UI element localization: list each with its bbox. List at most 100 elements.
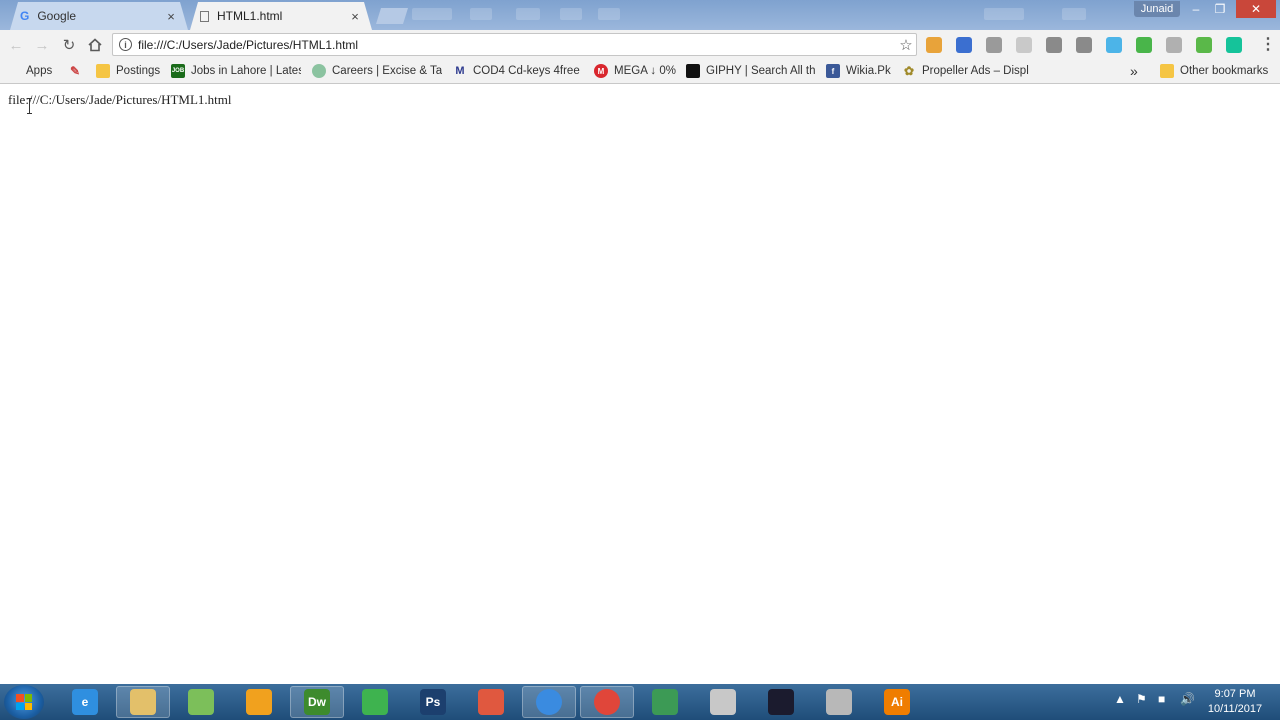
other-bookmarks-folder[interactable]: Other bookmarks [1160,62,1268,80]
clock-time: 9:07 PM [1214,688,1256,700]
windows-logo-icon [16,694,32,710]
title-bar: G Google × HTML1.html × Junaid – ❐ ✕ [0,0,1280,30]
bookmark-jobs[interactable]: JOB Jobs in Lahore | Lates [171,62,301,80]
red-app-taskbar-icon[interactable] [464,686,518,718]
bookmarks-overflow-button[interactable]: » [1130,62,1138,80]
bookmark-careers[interactable]: Careers | Excise & Ta [312,62,442,80]
action-center-icon[interactable]: ⚑ [1136,692,1147,706]
bookmark-misc[interactable]: ✎ [68,62,88,80]
grammarly-extension-icon[interactable] [1226,37,1242,53]
bookmarks-bar: Apps ✎ Postings JOB Jobs in Lahore | Lat… [0,59,1280,84]
check-extension-icon[interactable] [1076,37,1092,53]
chrome-user-taskbar-icon-glyph [536,689,562,715]
show-hidden-icons-button[interactable]: ▲ [1114,692,1126,706]
a-extension-icon[interactable] [956,37,972,53]
photoshop-taskbar-icon-glyph: Ps [420,689,446,715]
audacity-taskbar-icon[interactable] [232,686,286,718]
tab-close-icon[interactable]: × [348,9,362,24]
green-extension-icon[interactable] [1196,37,1212,53]
globe-taskbar-icon[interactable] [638,686,692,718]
chrome-taskbar-icon-glyph [594,689,620,715]
gray-extension-icon[interactable] [986,37,1002,53]
address-bar[interactable]: i file:///C:/Users/Jade/Pictures/HTML1.h… [112,33,917,56]
chrome-user-taskbar-icon[interactable] [522,686,576,718]
background-window-blur [412,8,452,20]
colorful-extension-icon[interactable] [1106,37,1122,53]
explorer-taskbar-icon[interactable] [116,686,170,718]
propeller-icon: ✿ [903,64,915,78]
reload-button[interactable]: ↻ [59,35,79,55]
bookmark-propeller[interactable]: ✿ Propeller Ads – Displ [902,62,1032,80]
mega-icon: M [594,64,608,78]
settings-taskbar-icon[interactable] [812,686,866,718]
page-body-text: file:///C:/Users/Jade/Pictures/HTML1.htm… [8,92,232,107]
visual-studio-taskbar-icon[interactable] [754,686,808,718]
android-studio-taskbar-icon-glyph [188,689,214,715]
usb-icon[interactable]: ■ [1158,692,1165,706]
system-clock[interactable]: 9:07 PM 10/11/2017 [1198,687,1272,717]
tab-close-icon[interactable]: × [164,9,178,24]
maximize-button[interactable]: ❐ [1208,0,1232,18]
giphy-icon [686,64,700,78]
settings-taskbar-icon-glyph [826,689,852,715]
tab-title: Google [37,9,77,23]
visual-studio-taskbar-icon-glyph [768,689,794,715]
page-icon [200,11,209,22]
photoshop-taskbar-icon[interactable]: Ps [406,686,460,718]
tab-google[interactable]: G Google × [10,2,188,30]
close-window-button[interactable]: ✕ [1236,0,1276,18]
taskbar: e Dw Ps Ai ▲ ⚑ ■ 🔊 9:07 PM 10/11/2017 [0,684,1280,720]
illustrator-taskbar-icon[interactable]: Ai [870,686,924,718]
info-icon[interactable]: i [119,38,132,51]
ie-taskbar-icon-glyph: e [72,689,98,715]
folder-icon [96,64,110,78]
honey-extension-icon[interactable] [926,37,942,53]
chrome-menu-icon[interactable]: ⋮ [1260,37,1276,53]
tab-title: HTML1.html [217,9,283,23]
back-button[interactable]: ← [6,35,26,55]
bookmark-cod4[interactable]: M COD4 Cd-keys 4free [453,62,579,80]
bookmark-apps[interactable]: Apps [9,62,52,80]
pen-extension-icon[interactable] [1016,37,1032,53]
ie-taskbar-icon[interactable]: e [58,686,112,718]
background-window-blur [470,8,492,20]
new-tab-button[interactable] [376,8,408,24]
bookmark-giphy[interactable]: GIPHY | Search All th [686,62,818,80]
power-extension-icon[interactable] [1136,37,1152,53]
red-app-taskbar-icon-glyph [478,689,504,715]
background-window-blur [598,8,620,20]
shield-extension-icon[interactable] [1166,37,1182,53]
tools-taskbar-icon[interactable] [696,686,750,718]
background-window-blur [1062,8,1086,20]
background-window-blur [560,8,582,20]
background-window-blur [984,8,1024,20]
forward-button[interactable]: → [32,35,52,55]
start-button[interactable] [4,685,44,719]
camera-extension-icon[interactable] [1046,37,1062,53]
bookmark-wikia[interactable]: f Wikia.Pk [826,62,891,80]
google-icon: G [20,9,30,23]
android-studio-taskbar-icon[interactable] [174,686,228,718]
tab-html1[interactable]: HTML1.html × [190,2,372,30]
camtasia-taskbar-icon-glyph [362,689,388,715]
chrome-taskbar-icon[interactable] [580,686,634,718]
url-text[interactable]: file:///C:/Users/Jade/Pictures/HTML1.htm… [138,38,896,52]
bookmark-mega[interactable]: M MEGA ↓ 0% [594,62,676,80]
globe-taskbar-icon-glyph [652,689,678,715]
apps-grid-icon [9,66,20,77]
minimize-button[interactable]: – [1184,0,1208,18]
jobz-icon: JOB [171,64,185,78]
dreamweaver-taskbar-icon[interactable]: Dw [290,686,344,718]
toolbar: ← → ↻ i file:///C:/Users/Jade/Pictures/H… [0,30,1280,59]
text-cursor-icon [27,98,32,114]
bookmark-star-icon[interactable]: ☆ [896,36,916,54]
home-icon [88,38,102,52]
home-button[interactable] [85,35,105,55]
camtasia-taskbar-icon[interactable] [348,686,402,718]
facebook-icon: f [826,64,840,78]
clock-date: 10/11/2017 [1207,703,1263,715]
bookmark-postings[interactable]: Postings [96,62,160,80]
volume-icon[interactable]: 🔊 [1180,692,1195,706]
profile-button[interactable]: Junaid [1134,1,1180,17]
explorer-taskbar-icon-glyph [130,689,156,715]
